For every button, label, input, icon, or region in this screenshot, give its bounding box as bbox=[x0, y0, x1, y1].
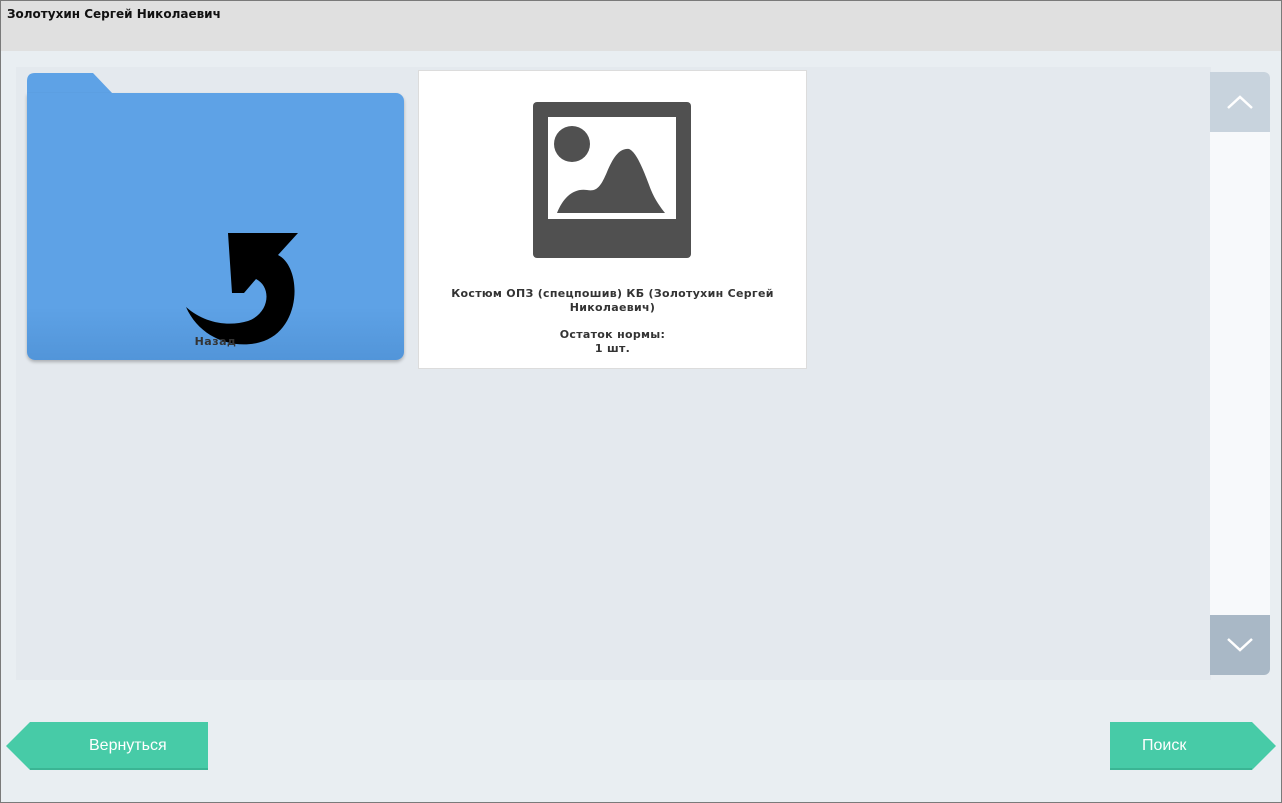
image-placeholder-icon bbox=[533, 102, 691, 258]
scroll-up-button[interactable] bbox=[1210, 72, 1270, 132]
vertical-scrollbar[interactable] bbox=[1210, 72, 1270, 675]
back-button[interactable]: Вернуться bbox=[6, 722, 208, 770]
stock-label: Остаток нормы: bbox=[559, 328, 666, 341]
item-card[interactable]: Костюм ОПЗ (спецпошив) КБ (Золотухин Сер… bbox=[418, 70, 807, 369]
chevron-down-icon bbox=[1227, 638, 1253, 652]
scroll-down-button[interactable] bbox=[1210, 615, 1270, 675]
back-button-label: Вернуться bbox=[89, 737, 167, 754]
search-button-label: Поиск bbox=[1142, 737, 1187, 754]
page-title: Золотухин Сергей Николаевич bbox=[7, 7, 221, 21]
app-window: Золотухин Сергей Николаевич Назад Костюм… bbox=[0, 0, 1282, 803]
stock-value: 1 шт. bbox=[594, 342, 631, 355]
folder-back-tile[interactable]: Назад bbox=[27, 73, 405, 361]
header-bar: Золотухин Сергей Николаевич bbox=[1, 1, 1281, 51]
undo-arrow-icon bbox=[186, 233, 298, 345]
item-stock: Остаток нормы: 1 шт. bbox=[439, 328, 786, 356]
chevron-up-icon bbox=[1227, 95, 1253, 109]
folder-label: Назад bbox=[194, 335, 237, 348]
search-button-shape bbox=[1110, 722, 1276, 770]
item-title: Костюм ОПЗ (спецпошив) КБ (Золотухин Сер… bbox=[451, 287, 774, 314]
search-button[interactable]: Поиск bbox=[1110, 722, 1276, 770]
